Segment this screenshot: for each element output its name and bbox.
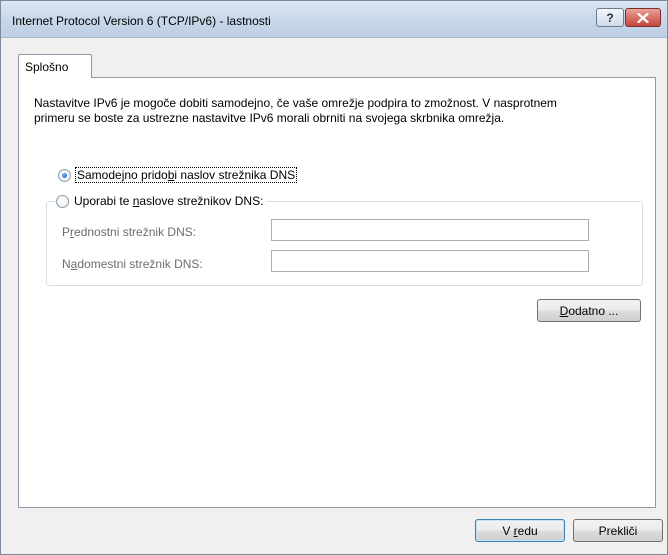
window-title: Internet Protocol Version 6 (TCP/IPv6) -… [12, 14, 271, 28]
dns-auto-radio[interactable] [58, 168, 71, 182]
ok-button[interactable]: V r edu [475, 519, 565, 542]
title-bar[interactable]: Internet Protocol Version 6 (TCP/IPv6) -… [1, 1, 667, 38]
tab-general-label: Splošno [25, 60, 69, 74]
help-icon: ? [606, 10, 614, 25]
alternate-dns-input[interactable] [271, 250, 589, 272]
cancel-button[interactable]: Prekliči [573, 519, 663, 542]
preferred-dns-label: Prednostni strežnik DNS: [62, 225, 197, 239]
description-line-1: Nastavitve IPv6 je mogoče dobiti samodej… [34, 96, 557, 110]
alternate-dns-label: Nadomestni strežnik DNS: [62, 257, 203, 271]
dns-manual-radio[interactable] [56, 194, 69, 208]
close-button[interactable] [625, 8, 661, 27]
advanced-button[interactable]: Dodatno ... [537, 299, 641, 322]
close-icon [637, 12, 649, 23]
preferred-dns-input[interactable] [271, 219, 589, 241]
description-line-2: primeru se boste za ustrezne nastavitve … [34, 111, 505, 125]
tab-general[interactable]: Splošno [18, 54, 92, 78]
dialog-window: Internet Protocol Version 6 (TCP/IPv6) -… [0, 0, 668, 555]
description-text: Nastavitve IPv6 je mogoče dobiti samodej… [34, 96, 634, 126]
help-button[interactable]: ? [596, 8, 624, 27]
tab-panel [18, 77, 656, 508]
dns-auto-label: Samodejno pridobi naslov strežnika DNS [74, 167, 298, 183]
radio-selected-dot [62, 172, 67, 178]
dns-manual-option[interactable]: Uporabi te naslove strežnikov DNS: [56, 194, 268, 208]
dns-manual-label: Uporabi te naslove strežnikov DNS: [74, 194, 264, 208]
dns-manual-group [46, 201, 643, 286]
dns-auto-option[interactable]: Samodejno pridobi naslov strežnika DNS [58, 167, 298, 183]
